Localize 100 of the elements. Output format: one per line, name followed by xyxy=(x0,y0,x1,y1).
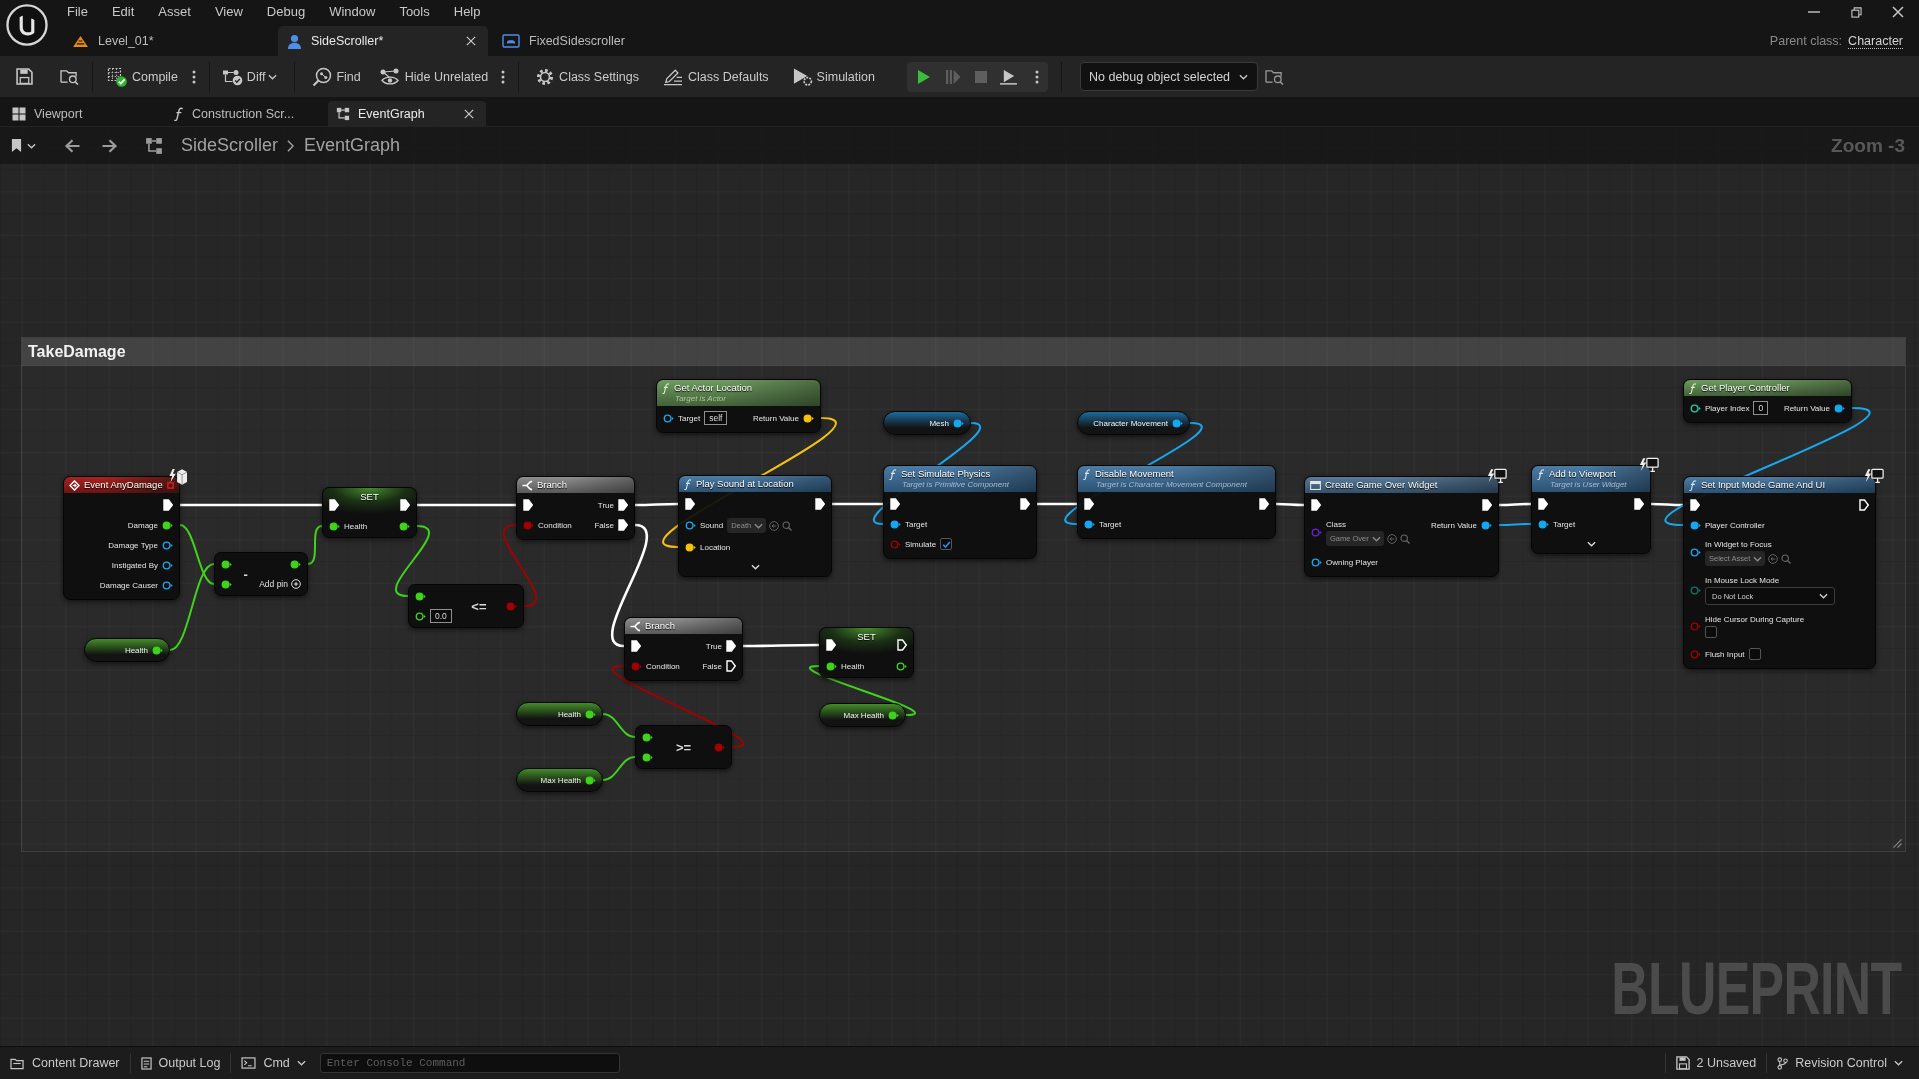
menu-item[interactable]: Window xyxy=(317,1,388,23)
breadcrumb-link[interactable]: SideScroller xyxy=(181,135,279,156)
more-icon[interactable] xyxy=(1035,69,1039,84)
revision-control-button[interactable]: Revision Control xyxy=(1771,1050,1909,1076)
compile-button[interactable]: Compile xyxy=(103,61,182,92)
data-pin-icon[interactable] xyxy=(221,559,232,569)
expand-icon[interactable] xyxy=(1586,541,1596,547)
data-pin-icon[interactable] xyxy=(890,519,901,529)
menu-item[interactable]: Help xyxy=(441,1,493,23)
search-icon[interactable] xyxy=(1781,553,1792,564)
data-pin-icon[interactable] xyxy=(585,775,596,785)
menu-item[interactable]: Tools xyxy=(387,1,442,23)
content-drawer-button[interactable]: Content Drawer xyxy=(4,1050,126,1076)
menu-item[interactable]: Edit xyxy=(99,1,147,23)
editor-tab[interactable]: Viewport xyxy=(4,101,162,126)
value-field[interactable]: 0.0 xyxy=(430,609,452,623)
exec-pin-icon[interactable] xyxy=(1020,498,1030,510)
play-line-icon[interactable] xyxy=(1000,68,1017,85)
diff-button[interactable]: Diff xyxy=(217,61,282,92)
data-pin-icon[interactable] xyxy=(642,732,653,742)
debug-object-dropdown[interactable]: No debug object selected xyxy=(1080,62,1258,91)
play-icon[interactable] xyxy=(917,68,931,85)
find-button[interactable]: Find xyxy=(308,61,365,92)
close-icon[interactable] xyxy=(466,36,476,46)
data-pin-icon[interactable] xyxy=(415,591,426,601)
data-pin-icon[interactable] xyxy=(1538,519,1549,529)
console-input[interactable]: Enter Console Command xyxy=(319,1053,620,1073)
exec-pin-icon[interactable] xyxy=(163,499,173,511)
editor-tab[interactable]: Construction Scr... xyxy=(166,101,324,126)
exec-pin-icon[interactable] xyxy=(523,499,533,511)
data-pin-icon[interactable] xyxy=(1481,520,1492,530)
data-pin-icon[interactable] xyxy=(888,710,899,720)
folder-search-icon[interactable] xyxy=(60,68,79,85)
simulation-button[interactable]: Simulation xyxy=(787,61,879,92)
data-pin-icon[interactable] xyxy=(162,560,173,570)
menu-item[interactable]: Asset xyxy=(146,1,203,23)
data-pin-icon[interactable] xyxy=(1690,548,1701,557)
data-pin-icon[interactable] xyxy=(896,661,907,671)
exec-pin-icon[interactable] xyxy=(1482,499,1492,511)
delegate-pin-icon[interactable] xyxy=(167,481,174,489)
data-pin-icon[interactable] xyxy=(1690,520,1701,530)
data-pin-icon[interactable] xyxy=(1311,557,1322,567)
data-pin-icon[interactable] xyxy=(162,580,173,590)
document-tab[interactable]: FixedSidescroller xyxy=(493,26,703,56)
document-tab[interactable]: SideScroller* xyxy=(278,26,488,56)
data-pin-icon[interactable] xyxy=(1084,519,1095,529)
data-pin-icon[interactable] xyxy=(162,540,173,550)
data-pin-icon[interactable] xyxy=(1834,403,1845,413)
exec-pin-icon[interactable] xyxy=(1690,499,1700,511)
data-pin-icon[interactable] xyxy=(642,752,653,762)
exec-pin-icon[interactable] xyxy=(815,498,825,510)
search-icon[interactable] xyxy=(782,520,793,531)
save-icon[interactable] xyxy=(16,68,33,85)
data-pin-icon[interactable] xyxy=(1690,403,1701,413)
exec-pin-icon[interactable] xyxy=(1859,499,1869,511)
editor-tab[interactable]: EventGraph xyxy=(328,101,486,126)
arrow-circle-icon[interactable] xyxy=(1386,533,1397,544)
expand-icon[interactable] xyxy=(750,564,760,570)
parent-class-link[interactable]: Character xyxy=(1848,33,1903,49)
menu-item[interactable]: View xyxy=(202,1,255,23)
exec-pin-icon[interactable] xyxy=(726,640,736,652)
data-pin-icon[interactable] xyxy=(953,418,964,428)
arrow-left-icon[interactable] xyxy=(64,138,80,153)
data-pin-icon[interactable] xyxy=(585,709,596,719)
exec-pin-icon[interactable] xyxy=(897,639,907,651)
add-pin-button[interactable]: Add pin xyxy=(253,574,307,594)
command-dropdown[interactable]: Cmd xyxy=(235,1050,312,1076)
class-defaults-button[interactable]: Class Defaults xyxy=(659,61,773,92)
menu-item[interactable]: Debug xyxy=(254,1,318,23)
exec-pin-icon[interactable] xyxy=(726,660,736,672)
menu-item[interactable]: File xyxy=(55,1,100,23)
data-pin-icon[interactable] xyxy=(152,645,163,655)
data-pin-icon[interactable] xyxy=(162,520,173,530)
data-pin-icon[interactable] xyxy=(685,521,696,530)
restore-icon[interactable] xyxy=(1850,6,1862,18)
data-pin-icon[interactable] xyxy=(399,521,410,531)
data-pin-icon[interactable] xyxy=(415,611,426,621)
close-icon[interactable] xyxy=(1892,6,1904,18)
data-pin-icon[interactable] xyxy=(663,413,674,423)
exec-pin-icon[interactable] xyxy=(1259,498,1269,510)
exec-pin-icon[interactable] xyxy=(618,499,628,511)
hide-unrelated-button[interactable]: Hide Unrelated xyxy=(374,61,493,92)
exec-pin-icon[interactable] xyxy=(631,640,641,652)
unsaved-button[interactable]: 2 Unsaved xyxy=(1669,1050,1763,1076)
document-tab[interactable]: Level_01* xyxy=(63,26,273,56)
resize-grip-icon[interactable] xyxy=(1893,839,1902,848)
more-icon[interactable] xyxy=(191,69,196,84)
exec-pin-icon[interactable] xyxy=(890,498,900,510)
checkbox[interactable] xyxy=(1748,648,1761,660)
exec-pin-icon[interactable] xyxy=(1084,498,1094,510)
exec-pin-icon[interactable] xyxy=(329,499,339,511)
checkbox[interactable] xyxy=(1705,626,1717,638)
exec-pin-icon[interactable] xyxy=(685,498,695,510)
more-icon[interactable] xyxy=(501,69,506,84)
breadcrumb-link[interactable]: EventGraph xyxy=(304,135,401,156)
data-pin-icon[interactable] xyxy=(290,559,301,569)
data-pin-icon[interactable] xyxy=(803,413,814,423)
exec-pin-icon[interactable] xyxy=(1634,498,1644,510)
checkbox[interactable] xyxy=(940,538,953,550)
arrow-right-icon[interactable] xyxy=(102,138,118,153)
